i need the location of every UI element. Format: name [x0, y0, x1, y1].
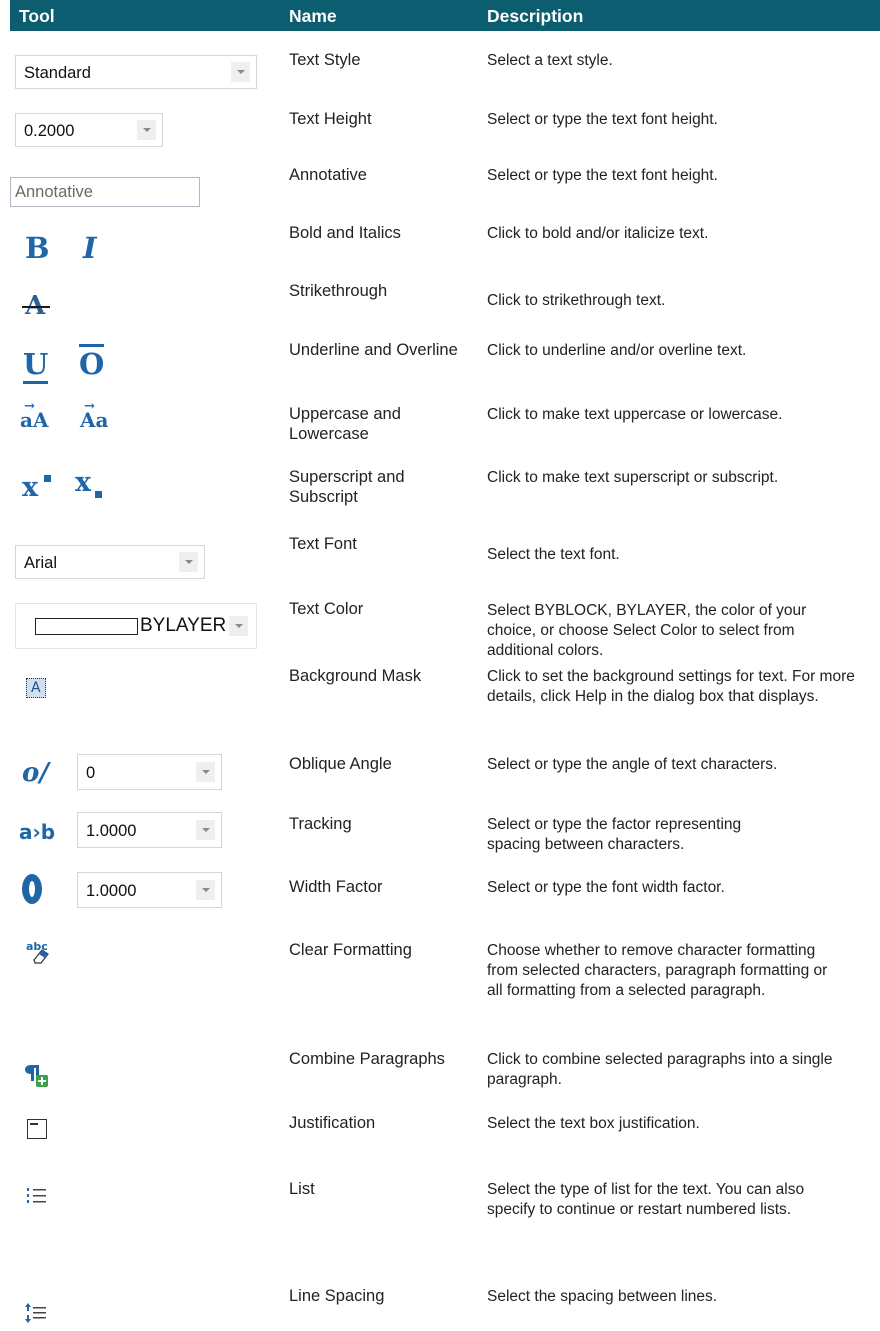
row-desc-text-style: Select a text style. — [487, 52, 613, 69]
text-style-value: Standard — [24, 64, 91, 82]
subscript-dot — [95, 491, 102, 498]
color-swatch — [35, 618, 138, 635]
row-desc-strikethrough: Click to strikethrough text. — [487, 292, 666, 309]
row-name-clear-formatting: Clear Formatting — [289, 941, 412, 959]
arrow-right-icon: → — [84, 399, 95, 414]
arrow-right-icon: → — [24, 399, 35, 414]
row-desc-line-spacing: Select the spacing between lines. — [487, 1288, 718, 1305]
uppercase-icon[interactable]: → aA — [20, 399, 48, 432]
row-desc-text-height: Select or type the text font height. — [487, 111, 718, 128]
row-name-line-spacing: Line Spacing — [289, 1287, 385, 1305]
row-name-background-mask: Background Mask — [289, 667, 422, 685]
combine-paragraphs-icon[interactable] — [24, 1063, 50, 1089]
list-icon[interactable] — [27, 1187, 47, 1205]
chevron-down-icon[interactable] — [231, 62, 250, 82]
row-desc-justification: Select the text box justification. — [487, 1115, 700, 1132]
row-desc-underline-overline: Click to underline and/or overline text. — [487, 342, 747, 359]
text-style-combo[interactable]: Standard — [15, 55, 257, 89]
justification-icon[interactable] — [27, 1119, 47, 1139]
row-name-strikethrough: Strikethrough — [289, 282, 388, 300]
chevron-down-icon[interactable] — [179, 552, 198, 572]
row-name-annotative: Annotative — [289, 166, 367, 184]
eraser-icon[interactable]: abc — [26, 940, 50, 964]
row-desc-annotative: Select or type the text font height. — [487, 167, 718, 184]
superscript-icon[interactable]: x — [22, 472, 51, 503]
pilcrow-plus-icon — [25, 1065, 48, 1087]
header-name: Name — [289, 6, 337, 26]
width-factor-combo[interactable]: 1.0000 — [77, 872, 222, 908]
tracking-value: 1.0000 — [86, 822, 137, 840]
eraser-shape — [33, 949, 49, 964]
overline-icon[interactable]: O — [79, 344, 105, 381]
text-color-combo[interactable]: BYLAYER — [15, 603, 257, 649]
width-factor-value: 1.0000 — [86, 882, 137, 900]
annotative-button[interactable]: Annotative — [10, 177, 200, 207]
tracking-icon: a›b — [19, 820, 56, 844]
overline-glyph: O — [79, 344, 105, 381]
row-name-bold-italics: Bold and Italics — [289, 224, 401, 242]
row-desc-upper-lower: Click to make text uppercase or lowercas… — [487, 406, 783, 423]
row-name-text-style: Text Style — [289, 51, 361, 69]
line-spacing-arrows-icon — [25, 1303, 46, 1323]
italic-icon[interactable]: I — [83, 231, 97, 265]
row-desc-tracking: Select or type the factor representing s… — [487, 816, 742, 853]
row-name-combine-paragraphs: Combine Paragraphs — [289, 1050, 445, 1068]
row-desc-oblique-angle: Select or type the angle of text charact… — [487, 756, 778, 773]
line-spacing-icon[interactable] — [25, 1302, 47, 1324]
header-description: Description — [487, 6, 584, 26]
chevron-down-icon[interactable] — [196, 762, 215, 782]
underline-glyph: U — [23, 347, 49, 384]
bullet-list-icon — [27, 1188, 46, 1203]
row-name-text-color: Text Color — [289, 600, 364, 618]
oblique-combo[interactable]: 0 — [77, 754, 222, 790]
chevron-down-icon[interactable] — [137, 120, 156, 140]
row-desc-clear-formatting: Choose whether to remove character forma… — [487, 942, 828, 999]
row-desc-background-mask: Click to set the background settings for… — [487, 668, 855, 705]
strike-line — [22, 306, 50, 308]
superscript-glyph: x — [22, 472, 39, 503]
underline-icon[interactable]: U — [23, 347, 49, 384]
text-font-combo[interactable]: Arial — [15, 545, 205, 579]
row-desc-text-font: Select the text font. — [487, 546, 620, 563]
row-name-tracking: Tracking — [289, 815, 352, 833]
text-height-value: 0.2000 — [24, 122, 75, 140]
row-name-text-font: Text Font — [289, 535, 357, 553]
row-name-oblique-angle: Oblique Angle — [289, 755, 392, 773]
text-font-value: Arial — [24, 554, 58, 572]
oblique-icon: o/ — [22, 758, 49, 788]
row-desc-bold-italics: Click to bold and/or italicize text. — [487, 225, 709, 242]
subscript-glyph: x — [75, 467, 92, 498]
width-factor-icon — [22, 874, 42, 904]
text-box-icon — [27, 1119, 47, 1139]
chevron-down-icon[interactable] — [196, 880, 215, 900]
strikethrough-icon[interactable]: A — [22, 291, 50, 321]
lowercase-icon[interactable]: → Aa — [80, 399, 108, 432]
chevron-down-icon[interactable] — [229, 616, 248, 636]
subscript-icon[interactable]: x — [75, 467, 102, 498]
row-desc-super-sub: Click to make text superscript or subscr… — [487, 469, 779, 486]
tracking-combo[interactable]: 1.0000 — [77, 812, 222, 848]
row-name-text-height: Text Height — [289, 110, 372, 128]
background-mask-icon[interactable]: A — [26, 678, 46, 698]
table-header: Tool Name Description — [10, 0, 880, 31]
header-tool: Tool — [19, 6, 55, 26]
bold-icon[interactable]: B — [25, 231, 50, 265]
superscript-dot — [44, 475, 51, 482]
row-name-width-factor: Width Factor — [289, 878, 383, 896]
row-name-super-sub: Superscript and Subscript — [289, 468, 405, 506]
row-name-list: List — [289, 1180, 315, 1198]
oblique-value: 0 — [86, 764, 96, 782]
chevron-down-icon[interactable] — [196, 820, 215, 840]
row-name-justification: Justification — [289, 1114, 376, 1132]
row-desc-width-factor: Select or type the font width factor. — [487, 879, 725, 896]
row-desc-list: Select the type of list for the text. Yo… — [487, 1181, 805, 1218]
text-height-combo[interactable]: 0.2000 — [15, 113, 163, 147]
row-name-underline-overline: Underline and Overline — [289, 341, 458, 359]
mask-glyph: A — [31, 680, 41, 696]
row-desc-combine-paragraphs: Click to combine selected paragraphs int… — [487, 1051, 833, 1088]
row-name-upper-lower: Uppercase and Lowercase — [289, 405, 401, 443]
text-color-value: BYLAYER — [140, 615, 227, 636]
row-desc-text-color: Select BYBLOCK, BYLAYER, the color of yo… — [487, 602, 807, 659]
annotative-label: Annotative — [15, 183, 93, 201]
